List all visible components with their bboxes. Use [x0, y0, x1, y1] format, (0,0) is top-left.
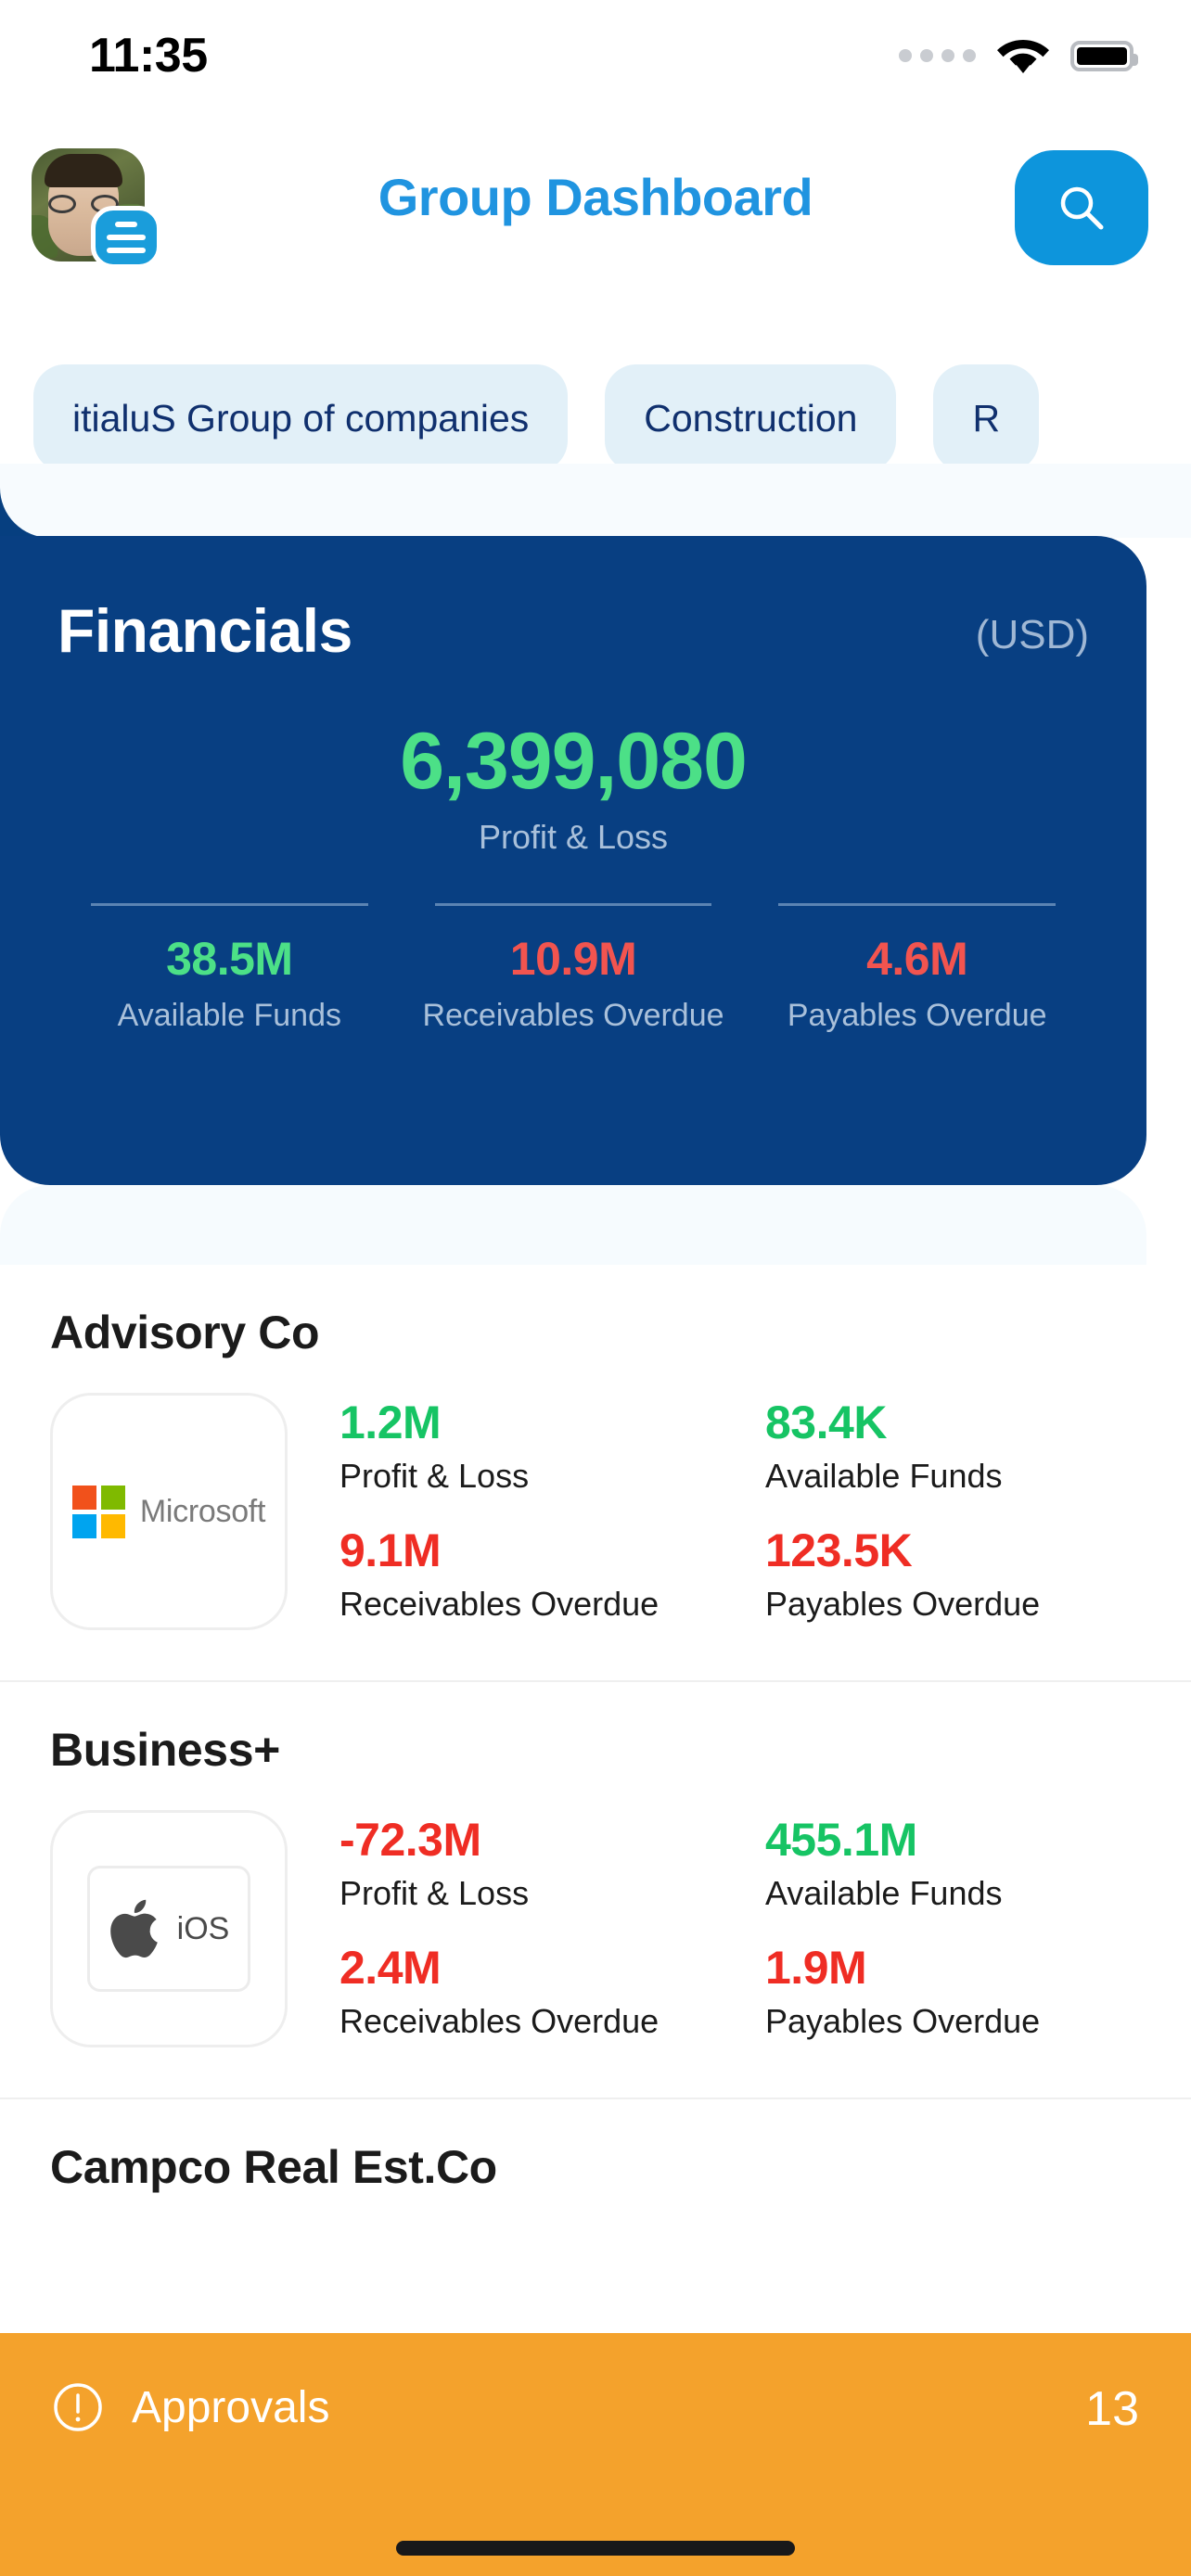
status-time: 11:35 [89, 29, 208, 83]
financials-metric: 10.9M Receivables Overdue [402, 903, 746, 1035]
microsoft-squares-icon [71, 1485, 125, 1538]
financials-hero: 6,399,080 Profit & Loss [58, 721, 1089, 857]
financials-metric: 38.5M Available Funds [58, 903, 402, 1035]
metric-divider [778, 903, 1057, 906]
company-list: Advisory Co Microsoft 1.2M Profit & Loss [0, 1265, 1191, 2194]
search-icon [1060, 186, 1104, 230]
company-kpis: 1.2M Profit & Loss 83.4K Available Funds… [288, 1399, 1191, 1624]
company-name: Business+ [50, 1724, 280, 1776]
metric-value: 4.6M [866, 933, 968, 985]
financials-hero-value: 6,399,080 [400, 717, 748, 806]
kpi-label: Available Funds [765, 1457, 1003, 1495]
cellular-dots-icon [899, 49, 976, 62]
kpi-item: 9.1M Receivables Overdue [339, 1527, 765, 1624]
company-name: Advisory Co [50, 1307, 320, 1358]
financials-card[interactable]: Financials (USD) 6,399,080 Profit & Loss… [0, 536, 1146, 1185]
metric-label: Payables Overdue [787, 998, 1047, 1033]
financials-card-notch [0, 464, 1191, 538]
battery-full-icon [1070, 40, 1138, 71]
status-bar: 11:35 [0, 0, 1191, 111]
company-logo: iOS [50, 1810, 288, 2047]
company-row[interactable]: Advisory Co Microsoft 1.2M Profit & Loss [0, 1265, 1191, 1680]
kpi-label: Available Funds [765, 1874, 1003, 1912]
approvals-label: Approvals [132, 2382, 330, 2432]
kpi-label: Payables Overdue [765, 1585, 1041, 1623]
approvals-count: 13 [1085, 2382, 1139, 2436]
company-body: iOS -72.3M Profit & Loss 455.1M Availabl… [0, 1777, 1191, 2098]
kpi-value: -72.3M [339, 1814, 481, 1866]
exclamation-circle-icon [54, 2383, 102, 2431]
financials-title: Financials [58, 596, 352, 665]
kpi-value: 83.4K [765, 1396, 887, 1448]
kpi-label: Profit & Loss [339, 1457, 530, 1495]
financials-card-shelf [0, 1185, 1146, 1265]
kpi-item: 1.2M Profit & Loss [339, 1399, 765, 1496]
page-title: Group Dashboard [378, 168, 813, 226]
apple-ios-logo-icon: iOS [87, 1866, 250, 1992]
home-indicator [396, 2541, 795, 2556]
ios-wordmark: iOS [176, 1910, 230, 1946]
kpi-value: 123.5K [765, 1524, 913, 1576]
company-body: Microsoft 1.2M Profit & Loss 83.4K Avail… [0, 1359, 1191, 1680]
wifi-icon [997, 40, 1049, 73]
kpi-label: Payables Overdue [765, 2002, 1041, 2040]
kpi-value: 1.9M [765, 1942, 867, 1994]
metric-label: Receivables Overdue [422, 998, 724, 1033]
microsoft-logo-icon: Microsoft [71, 1485, 266, 1538]
approvals-left: Approvals [52, 2381, 329, 2433]
chip-construction[interactable]: Construction [605, 364, 897, 472]
company-filter-chips[interactable]: itialuS Group of companies Construction … [0, 358, 1191, 478]
apple-icon [109, 1899, 158, 1958]
chip-group[interactable]: itialuS Group of companies [33, 364, 569, 472]
metric-label: Available Funds [117, 998, 341, 1033]
kpi-value: 455.1M [765, 1814, 917, 1866]
company-row[interactable]: Campco Real Est.Co [0, 2098, 1191, 2194]
app-screen: 11:35 Group Dashboard itialuS Group of c… [0, 0, 1191, 2576]
metric-value: 10.9M [509, 933, 637, 985]
metric-value: 38.5M [166, 933, 293, 985]
metric-divider [434, 903, 712, 906]
status-indicators [899, 36, 1138, 75]
chip-next[interactable]: R [933, 364, 1040, 472]
kpi-label: Profit & Loss [339, 1874, 530, 1912]
kpi-value: 2.4M [339, 1942, 442, 1994]
financials-metric: 4.6M Payables Overdue [745, 903, 1089, 1035]
financials-hero-label: Profit & Loss [478, 818, 669, 856]
kpi-item: 123.5K Payables Overdue [765, 1527, 1191, 1624]
kpi-label: Receivables Overdue [339, 1585, 660, 1623]
company-kpis: -72.3M Profit & Loss 455.1M Available Fu… [288, 1817, 1191, 2041]
kpi-item: 1.9M Payables Overdue [765, 1945, 1191, 2041]
kpi-label: Receivables Overdue [339, 2002, 660, 2040]
approvals-bar[interactable]: Approvals 13 [0, 2333, 1191, 2576]
kpi-item: 83.4K Available Funds [765, 1399, 1191, 1496]
kpi-item: -72.3M Profit & Loss [339, 1817, 765, 1913]
kpi-value: 1.2M [339, 1396, 442, 1448]
financials-metrics: 38.5M Available Funds 10.9M Receivables … [58, 903, 1089, 1035]
kpi-item: 2.4M Receivables Overdue [339, 1945, 765, 2041]
app-header: Group Dashboard [0, 137, 1191, 286]
kpi-item: 455.1M Available Funds [765, 1817, 1191, 1913]
financials-currency: (USD) [975, 612, 1089, 657]
kpi-value: 9.1M [339, 1524, 442, 1576]
financials-card-header: Financials (USD) [58, 595, 1089, 666]
company-name: Campco Real Est.Co [50, 2141, 497, 2193]
microsoft-wordmark: Microsoft [139, 1493, 266, 1529]
search-button[interactable] [1015, 150, 1148, 265]
company-logo: Microsoft [50, 1393, 288, 1630]
metric-divider [91, 903, 368, 906]
company-row[interactable]: Business+ iOS -72.3M Profit & Loss 455.1… [0, 1680, 1191, 2098]
